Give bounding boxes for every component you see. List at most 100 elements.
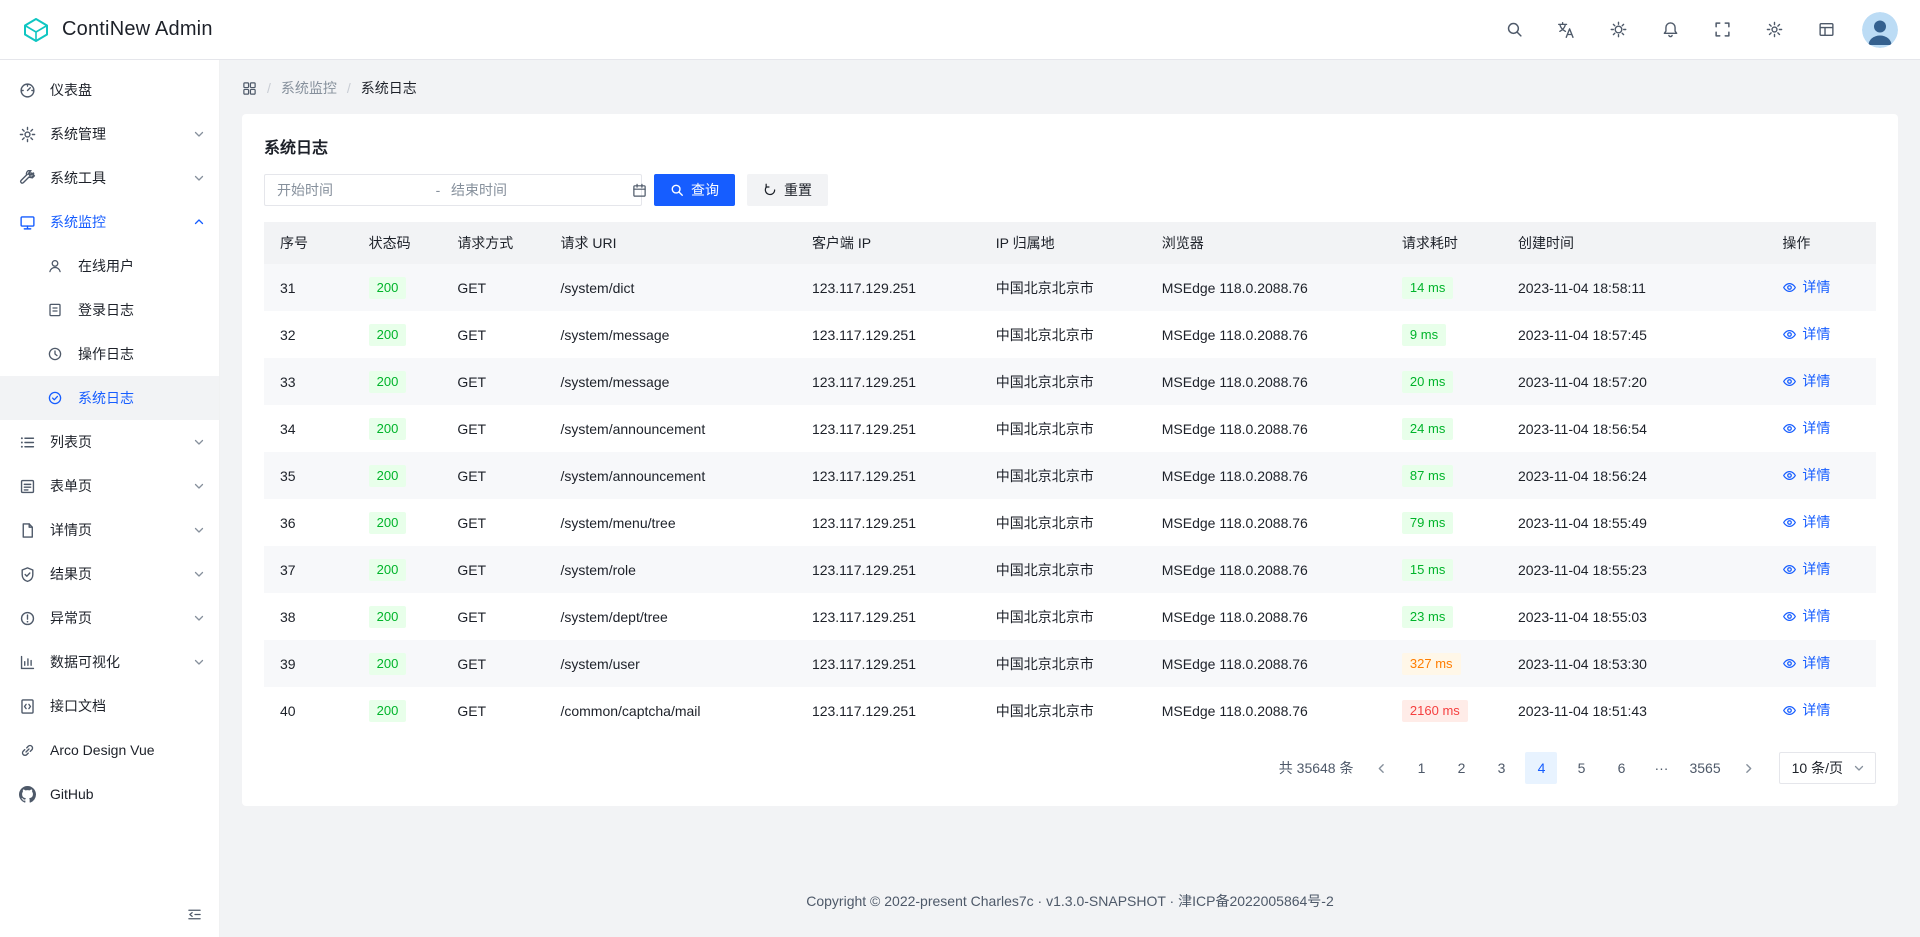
dashboard-icon: [18, 81, 36, 99]
breadcrumb-item-system-log: 系统日志: [361, 78, 417, 98]
detail-link[interactable]: 详情: [1782, 418, 1830, 438]
sidebar-item-label: 仪表盘: [50, 80, 205, 100]
end-time-input[interactable]: [451, 182, 632, 198]
cell-uri: /system/announcement: [544, 452, 795, 499]
status-badge: 200: [369, 324, 407, 346]
status-badge: 200: [369, 606, 407, 628]
cell-elapsed: 327 ms: [1386, 640, 1502, 687]
sidebar-item-system-log[interactable]: 系统日志: [0, 376, 219, 420]
elapsed-badge: 327 ms: [1402, 653, 1461, 675]
search-button[interactable]: 查询: [654, 174, 735, 206]
date-range-picker[interactable]: -: [264, 174, 642, 206]
detail-link[interactable]: 详情: [1782, 606, 1830, 626]
detail-link-label: 详情: [1802, 324, 1830, 344]
filter-bar: - 查询: [264, 174, 1876, 206]
sidebar-item-list-page[interactable]: 列表页: [0, 420, 219, 464]
detail-link[interactable]: 详情: [1782, 653, 1830, 673]
detail-link-label: 详情: [1802, 465, 1830, 485]
elapsed-badge: 24 ms: [1402, 418, 1453, 440]
cell-browser: MSEdge 118.0.2088.76: [1146, 452, 1386, 499]
sidebar-item-login-log[interactable]: 登录日志: [0, 288, 219, 332]
pagination-page-3[interactable]: 3: [1485, 752, 1517, 784]
pagination-page-4-active[interactable]: 4: [1525, 752, 1557, 784]
reset-button[interactable]: 重置: [747, 174, 828, 206]
layout-settings-button[interactable]: [1810, 14, 1842, 46]
cell-actions: 详情: [1766, 358, 1876, 405]
apps-icon[interactable]: [242, 81, 257, 96]
pagination-page-2[interactable]: 2: [1445, 752, 1477, 784]
cell-client-ip: 123.117.129.251: [796, 311, 980, 358]
chevron-up-icon: [193, 216, 205, 228]
pagination-page-6[interactable]: 6: [1605, 752, 1637, 784]
cell-status: 200: [353, 593, 442, 640]
detail-link[interactable]: 详情: [1782, 324, 1830, 344]
sidebar-item-exception-page[interactable]: 异常页: [0, 596, 219, 640]
menu-fold-icon: [187, 907, 202, 922]
pagination-prev-button[interactable]: [1365, 752, 1397, 784]
sidebar-item-dashboard[interactable]: 仪表盘: [0, 68, 219, 112]
sidebar-collapse-button[interactable]: [181, 901, 207, 927]
pagination-ellipsis[interactable]: ···: [1645, 752, 1677, 784]
cell-browser: MSEdge 118.0.2088.76: [1146, 264, 1386, 311]
sidebar-item-online-users[interactable]: 在线用户: [0, 244, 219, 288]
breadcrumb-item-system-monitor[interactable]: 系统监控: [281, 78, 337, 98]
sidebar-item-label: 表单页: [50, 476, 185, 496]
detail-link[interactable]: 详情: [1782, 371, 1830, 391]
user-icon: [46, 257, 64, 275]
detail-link[interactable]: 详情: [1782, 512, 1830, 532]
page-size-select[interactable]: 10 条/页: [1779, 752, 1876, 784]
sidebar-item-system-monitor[interactable]: 系统监控: [0, 200, 219, 244]
sidebar-item-system-tools[interactable]: 系统工具: [0, 156, 219, 200]
eye-icon: [1782, 609, 1797, 624]
fullscreen-button[interactable]: [1706, 14, 1738, 46]
pagination-page-5[interactable]: 5: [1565, 752, 1597, 784]
breadcrumb-separator: /: [267, 80, 271, 96]
detail-link[interactable]: 详情: [1782, 465, 1830, 485]
sidebar-item-detail-page[interactable]: 详情页: [0, 508, 219, 552]
sidebar-item-arco-design-vue[interactable]: Arco Design Vue: [0, 728, 219, 772]
notifications-button[interactable]: [1654, 14, 1686, 46]
sidebar-item-label: 系统监控: [50, 212, 185, 232]
cell-client-ip: 123.117.129.251: [796, 264, 980, 311]
sidebar-item-label: 登录日志: [78, 300, 205, 320]
translate-button[interactable]: [1550, 14, 1582, 46]
eye-icon: [1782, 468, 1797, 483]
search-icon: [670, 183, 684, 197]
sidebar-item-api-doc[interactable]: 接口文档: [0, 684, 219, 728]
avatar[interactable]: [1862, 12, 1898, 48]
sidebar-item-operation-log[interactable]: 操作日志: [0, 332, 219, 376]
start-time-input[interactable]: [277, 182, 425, 198]
sidebar-item-github[interactable]: GitHub: [0, 772, 219, 816]
detail-link[interactable]: 详情: [1782, 277, 1830, 297]
detail-icon: [18, 521, 36, 539]
detail-link[interactable]: 详情: [1782, 700, 1830, 720]
cell-client-ip: 123.117.129.251: [796, 499, 980, 546]
search-button[interactable]: [1498, 14, 1530, 46]
brand[interactable]: ContiNew Admin: [22, 16, 213, 44]
settings-button[interactable]: [1758, 14, 1790, 46]
column-header-no: 序号: [264, 222, 353, 264]
cell-created: 2023-11-04 18:56:54: [1502, 405, 1766, 452]
pagination-page-3565[interactable]: 3565: [1685, 752, 1724, 784]
chevron-right-icon: [1742, 762, 1755, 775]
sidebar-item-label: 异常页: [50, 608, 185, 628]
pagination-next-button[interactable]: [1733, 752, 1765, 784]
cell-uri: /system/menu/tree: [544, 499, 795, 546]
table-row: 34 200 GET /system/announcement 123.117.…: [264, 405, 1876, 452]
cell-uri: /system/message: [544, 311, 795, 358]
sidebar-item-system-management[interactable]: 系统管理: [0, 112, 219, 156]
detail-link[interactable]: 详情: [1782, 559, 1830, 579]
theme-toggle-button[interactable]: [1602, 14, 1634, 46]
eye-icon: [1782, 280, 1797, 295]
table-header: 序号 状态码 请求方式 请求 URI 客户端 IP IP 归属地 浏览器 请求耗…: [264, 222, 1876, 264]
sidebar-item-form-page[interactable]: 表单页: [0, 464, 219, 508]
cell-ip-location: 中国北京北京市: [980, 405, 1146, 452]
sidebar-item-result-page[interactable]: 结果页: [0, 552, 219, 596]
detail-link-label: 详情: [1802, 277, 1830, 297]
sidebar-item-data-visualization[interactable]: 数据可视化: [0, 640, 219, 684]
status-badge: 200: [369, 512, 407, 534]
reset-button-label: 重置: [784, 180, 812, 200]
sidebar-item-label: Arco Design Vue: [50, 742, 205, 758]
pagination-page-1[interactable]: 1: [1405, 752, 1437, 784]
chevron-down-icon: [193, 128, 205, 140]
